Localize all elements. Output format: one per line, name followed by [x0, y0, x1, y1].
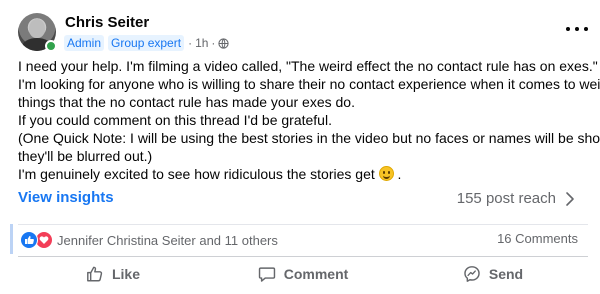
send-label: Send	[488, 266, 524, 282]
post-body-line: I'm looking for anyone who is willing to…	[18, 76, 600, 92]
post-timestamp[interactable]: 1h	[195, 36, 208, 50]
messenger-icon	[464, 266, 480, 282]
more-dot	[584, 27, 588, 31]
post-header: Chris Seiter Admin Group expert · 1h ·	[18, 12, 588, 52]
globe-icon[interactable]	[218, 37, 230, 49]
avatar-face	[29, 19, 45, 38]
post-reach[interactable]: 155 post reach	[457, 190, 556, 207]
more-dot	[575, 27, 579, 31]
thumbs-up-icon	[87, 266, 103, 282]
author-name[interactable]: Chris Seiter	[65, 14, 149, 31]
post-body-line: If you could comment on this thread I'd …	[18, 112, 332, 128]
online-status-dot	[45, 40, 57, 52]
chevron-right-icon[interactable]	[564, 191, 576, 207]
post-body-line: (One Quick Note: I will be using the bes…	[18, 130, 600, 146]
comment-label: Comment	[283, 266, 349, 282]
accent-bar	[10, 224, 13, 254]
like-label: Like	[111, 266, 140, 282]
group-expert-badge[interactable]: Group expert	[108, 35, 185, 51]
post-body: I need your help. I'm filming a video ca…	[18, 57, 600, 183]
post-meta: Admin Group expert · 1h ·	[64, 35, 230, 51]
post-body-line: I need your help. I'm filming a video ca…	[18, 58, 598, 74]
post-actions-bar: Like Comment Send	[18, 258, 588, 290]
reactions-summary[interactable]: Jennifer Christina Seiter and 11 others	[20, 231, 278, 249]
admin-badge[interactable]: Admin	[64, 35, 105, 51]
like-button[interactable]: Like	[18, 258, 208, 290]
post-body-line: things that the no contact rule has made…	[18, 94, 355, 110]
meta-separator-2: ·	[211, 36, 216, 50]
more-options-icon[interactable]	[566, 22, 588, 36]
insights-row: View insights 155 post reach	[0, 178, 600, 222]
group-post-card: Chris Seiter Admin Group expert · 1h · I…	[0, 0, 600, 294]
meta-separator: ·	[188, 36, 193, 50]
divider	[18, 256, 588, 257]
like-reaction-icon	[20, 231, 38, 249]
comment-bubble-icon	[258, 267, 275, 282]
divider	[18, 224, 588, 225]
comments-count[interactable]: 16 Comments	[497, 231, 578, 246]
more-dot	[566, 27, 570, 31]
reaction-names[interactable]: Jennifer Christina Seiter and 11 others	[57, 233, 278, 248]
comment-button[interactable]: Comment	[208, 258, 398, 290]
send-button[interactable]: Send	[398, 258, 588, 290]
view-insights-link[interactable]: View insights	[18, 189, 114, 206]
post-body-line: they'll be blurred out.)	[18, 148, 153, 164]
